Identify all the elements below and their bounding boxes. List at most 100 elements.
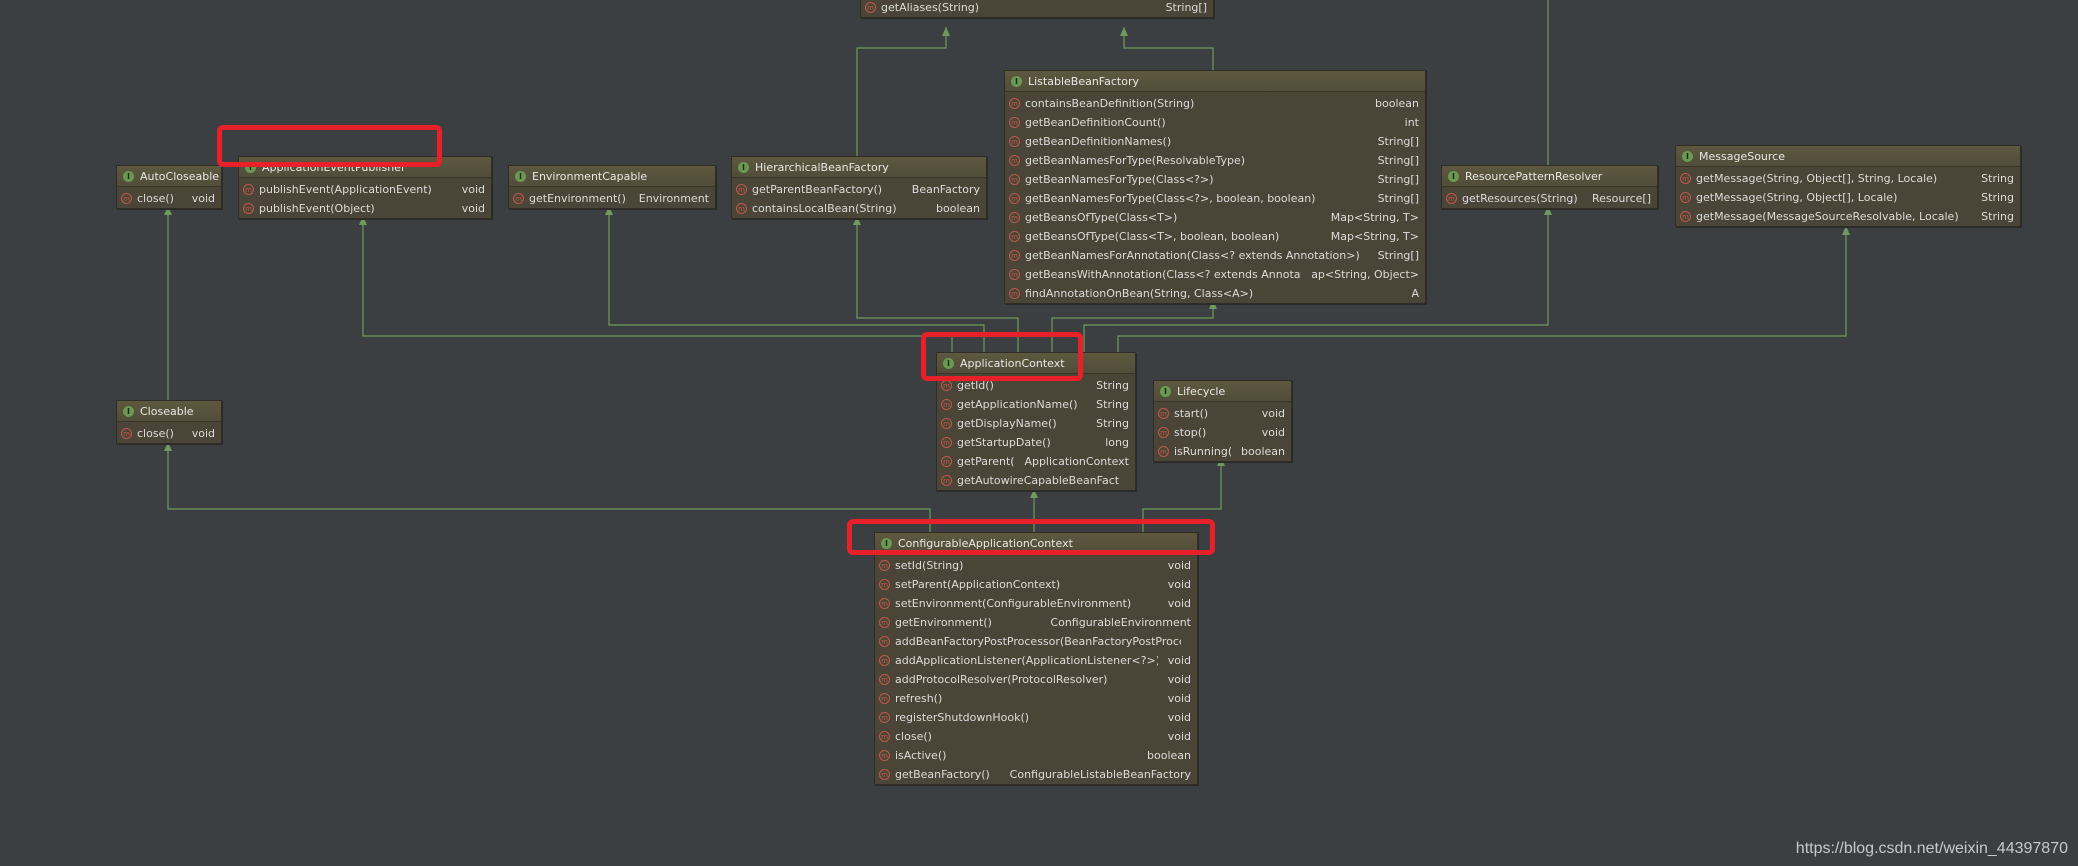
class-box-hierarchical[interactable]: I HierarchicalBeanFactory m getParentBeanFa… (731, 156, 987, 219)
method-row: m close() void (117, 189, 221, 208)
interface-icon: I (123, 170, 134, 182)
class-box-autocloseable[interactable]: I AutoCloseable m close() void (116, 165, 222, 209)
class-title: AutoCloseable (140, 169, 220, 183)
method-return-type: String (1096, 398, 1129, 411)
method-signature: getBeanNamesForType(Class<?>) (1025, 173, 1214, 186)
class-header: I Lifecycle (1154, 381, 1291, 402)
method-row: m start() void (1154, 404, 1291, 423)
method-return-type: Environment (638, 192, 709, 205)
method-row: m isActive() boolean (875, 746, 1197, 765)
method-return-type: boolean (1241, 445, 1285, 458)
method-signature: getBeansWithAnnotation(Class<? extends A… (1025, 268, 1301, 281)
method-signature: getEnvironment() (529, 192, 626, 205)
method-signature: addBeanFactoryPostProcessor(BeanFactoryP… (895, 635, 1181, 648)
method-return-type: String (1096, 417, 1129, 430)
method-return-type: Map<String, T> (1330, 230, 1419, 243)
highlight-box-publisher (217, 125, 442, 167)
edge-hierarchical-top-arrowhead (942, 27, 950, 36)
edge-appcontext-messagesource-arrowhead (1842, 226, 1850, 235)
method-signature: publishEvent(ApplicationEvent) (259, 183, 432, 196)
method-return-type: void (1167, 654, 1191, 667)
method-signature: addProtocolResolver(ProtocolResolver) (895, 673, 1108, 686)
method-return-type: String[] (1377, 249, 1419, 262)
method-signature: getBeanDefinitionNames() (1025, 135, 1172, 148)
class-header: I Closeable (117, 401, 221, 422)
method-return-type: void (461, 202, 485, 215)
method-signature: getAutowireCapableBeanFactory() (957, 474, 1119, 487)
class-box-messagesource[interactable]: I MessageSource m getMessage(String, Object… (1675, 145, 2021, 227)
method-return-type: ApplicationContext (1024, 455, 1129, 468)
method-return-type: A (1411, 287, 1419, 300)
method-icon: m (879, 617, 890, 628)
method-icon: m (879, 598, 890, 609)
method-return-type: void (1261, 426, 1285, 439)
method-return-type: long (1105, 436, 1129, 449)
method-signature: start() (1174, 407, 1209, 420)
method-row: m findAnnotationOnBean(String, Class<A>) A (1005, 284, 1425, 303)
method-signature: close() (137, 192, 174, 205)
method-icon: m (941, 418, 952, 429)
class-header: I MessageSource (1676, 146, 2020, 167)
class-box-top[interactable]: mgetType(String)Class<?>mgetAliases(Stri… (860, 0, 1214, 18)
class-box-listable[interactable]: I ListableBeanFactory m containsBeanDefinit… (1004, 70, 1426, 304)
method-signature: setEnvironment(ConfigurableEnvironment) (895, 597, 1132, 610)
method-icon: m (121, 193, 132, 204)
method-return-type: void (1167, 692, 1191, 705)
method-row: m getBeanNamesForAnnotation(Class<? exten… (1005, 246, 1425, 265)
method-row: m addBeanFactoryPostProcessor(BeanFactory… (875, 632, 1197, 651)
method-return-type: ConfigurableListableBeanFactory (1009, 768, 1191, 781)
method-signature: close() (137, 427, 174, 440)
method-return-type: String[] (1377, 154, 1419, 167)
method-signature: isActive() (895, 749, 947, 762)
method-icon: m (1680, 211, 1691, 222)
method-signature: getBeanNamesForType(Class<?>, boolean, b… (1025, 192, 1316, 205)
method-return-type: BeanFactory (911, 183, 980, 196)
method-return-type: void (1167, 578, 1191, 591)
highlight-box-configurable (847, 519, 1215, 555)
edge-hierarchical-top (856, 27, 947, 156)
method-return-type: void (1167, 559, 1191, 572)
class-box-closeable[interactable]: I Closeable m close() void (116, 400, 222, 444)
method-return-type: String (1981, 191, 2014, 204)
method-icon: m (736, 184, 747, 195)
interface-icon: I (1682, 150, 1693, 162)
method-icon: m (879, 731, 890, 742)
method-return-type: ap<String, Object> (1311, 268, 1419, 281)
method-return-type: void (461, 183, 485, 196)
class-box-configurable[interactable]: I ConfigurableApplicationContext m setId(St… (874, 532, 1198, 785)
method-signature: getMessage(String, Object[], Locale) (1696, 191, 1898, 204)
method-return-type: ConfigurableEnvironment (1050, 616, 1191, 629)
method-return-type: String[] (1377, 135, 1419, 148)
method-signature: stop() (1174, 426, 1207, 439)
method-return-type: boolean (1375, 97, 1419, 110)
method-return-type: void (191, 427, 215, 440)
method-return-type: String[] (1377, 192, 1419, 205)
class-title: ResourcePatternResolver (1465, 169, 1603, 183)
method-signature: getParent() (957, 455, 1015, 468)
interface-icon: I (1160, 385, 1171, 397)
method-icon: m (879, 693, 890, 704)
method-icon: m (941, 456, 952, 467)
method-row: m close() void (117, 424, 221, 443)
method-row: m getParentBeanFactory() BeanFactory (732, 180, 986, 199)
method-signature: getDisplayName() (957, 417, 1057, 430)
method-return-type: boolean (1147, 749, 1191, 762)
method-row: m getMessage(String, Object[], String, Lo… (1676, 169, 2020, 188)
method-row: m getBeansOfType(Class<T>, boolean, boole… (1005, 227, 1425, 246)
method-row: m containsBeanDefinition(String) boolean (1005, 94, 1425, 113)
method-icon: m (1009, 193, 1020, 204)
method-icon: m (879, 560, 890, 571)
method-return-type: String (1096, 379, 1129, 392)
method-return-type: String (1981, 210, 2014, 223)
method-icon: m (1009, 212, 1020, 223)
method-signature: containsLocalBean(String) (752, 202, 897, 215)
method-signature: publishEvent(Object) (259, 202, 375, 215)
method-icon: m (1009, 288, 1020, 299)
method-icon: m (941, 475, 952, 486)
class-box-lifecycle[interactable]: I Lifecycle m start() void m stop() void m isRunn… (1153, 380, 1292, 462)
method-return-type: Resource[] (1591, 192, 1651, 205)
class-box-resolver[interactable]: I ResourcePatternResolver m getResources(St… (1441, 165, 1658, 209)
method-icon: m (243, 184, 254, 195)
method-row: m registerShutdownHook() void (875, 708, 1197, 727)
class-box-envcapable[interactable]: I EnvironmentCapable m getEnvironment() Envi… (508, 165, 716, 209)
